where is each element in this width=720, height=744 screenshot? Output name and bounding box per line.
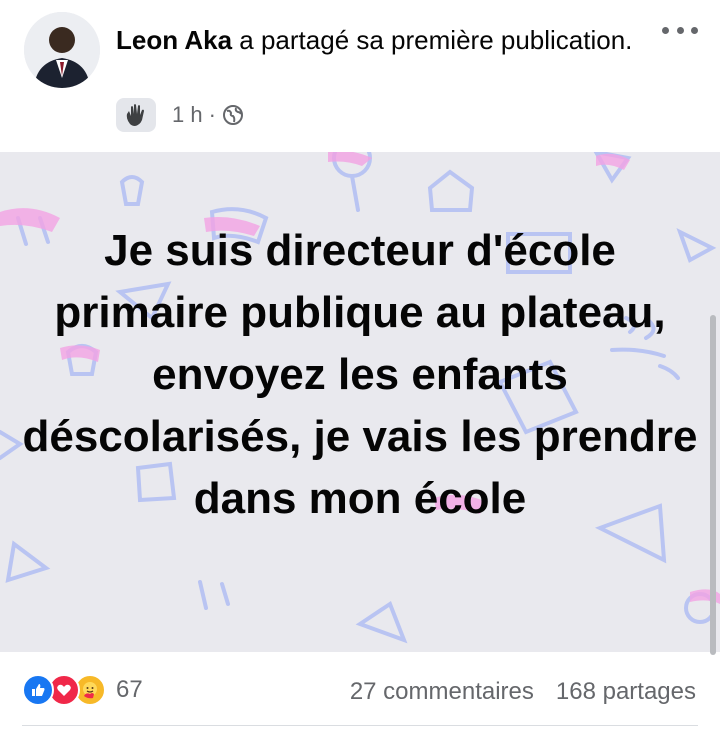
post-meta: 1 h ·	[116, 98, 244, 132]
comments-count[interactable]: 27 commentaires	[350, 678, 534, 706]
post-background: Je suis directeur d'école primaire publi…	[0, 152, 720, 652]
globe-icon[interactable]	[222, 104, 244, 126]
post-time[interactable]: 1 h	[172, 102, 203, 128]
shares-count[interactable]: 168 partages	[556, 678, 696, 706]
scrollbar[interactable]	[710, 315, 716, 655]
reactions-summary[interactable]: 67	[22, 674, 143, 706]
avatar[interactable]	[24, 12, 100, 88]
like-icon	[22, 674, 54, 706]
more-options-icon[interactable]	[662, 20, 698, 40]
post-title: Leon Aka a partagé sa première publicati…	[116, 22, 636, 58]
reaction-count: 67	[116, 676, 143, 703]
post-stats: 27 commentaires 168 partages	[350, 678, 696, 706]
post-header: Leon Aka a partagé sa première publicati…	[0, 0, 720, 152]
post-text: Je suis directeur d'école primaire publi…	[22, 226, 698, 523]
post-footer: 67 27 commentaires 168 partages	[0, 656, 720, 732]
author-name[interactable]: Leon Aka	[116, 25, 232, 55]
meta-separator: ·	[208, 102, 216, 127]
post-action: a partagé sa première publication.	[232, 25, 633, 55]
waving-hand-icon	[116, 98, 156, 132]
footer-divider	[22, 725, 698, 726]
